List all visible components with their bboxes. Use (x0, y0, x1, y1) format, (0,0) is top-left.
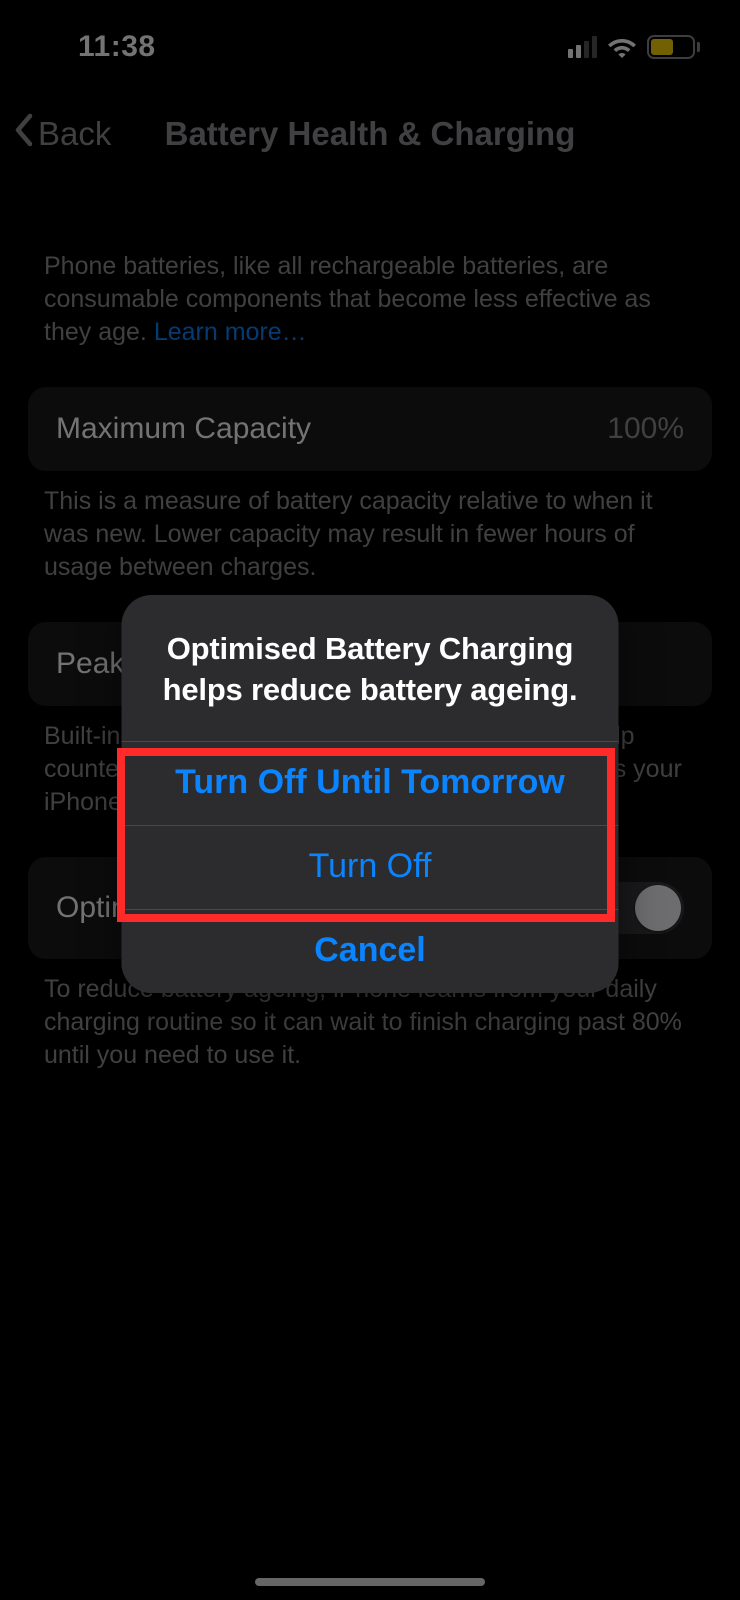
home-indicator[interactable] (255, 1578, 485, 1586)
turn-off-button[interactable]: Turn Off (122, 825, 619, 909)
cancel-button[interactable]: Cancel (122, 909, 619, 993)
sheet-title: Optimised Battery Charging helps reduce … (122, 595, 619, 741)
action-sheet: Optimised Battery Charging helps reduce … (122, 595, 619, 993)
turn-off-until-tomorrow-button[interactable]: Turn Off Until Tomorrow (122, 741, 619, 825)
